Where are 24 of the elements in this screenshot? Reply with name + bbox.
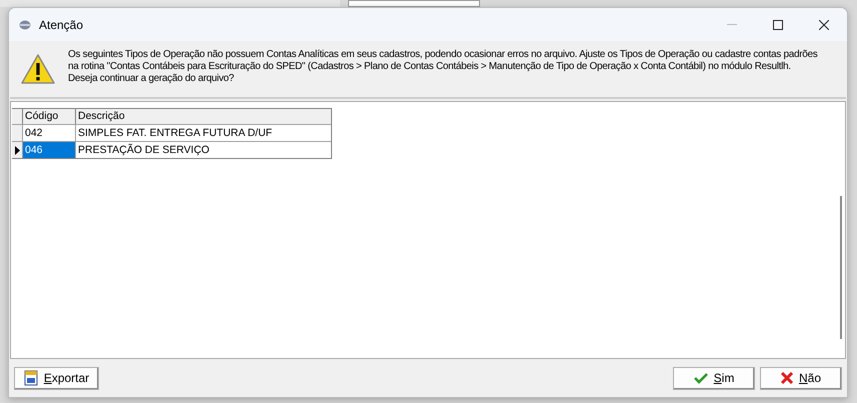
message-text: na rotina "Contas Contábeis para Escrituração do SPED" (Cadastros > Plano de Contas Contábeis > Manutenção de Tipo de Operação x Conta Contábil) no módulo Resultlh. [68, 61, 792, 73]
message-text: Os seguintes Tipos de Operação não possuem Contas Analíticas em seus cadastros, podendo ocasionar erros no arquivo. Ajuste os Tipos de Operação ou cadastre contas padrões [68, 49, 818, 61]
window-title: Atenção [39, 16, 84, 34]
table-cell-text: SIMPLES FAT. ENTREGA FUTURA D/UF [77, 126, 274, 141]
message-text: Deseja continuar a geração do arquivo? [68, 73, 235, 85]
column-header: Código [23, 109, 76, 124]
export-button[interactable]: Exportar [14, 366, 99, 390]
table-cell: 042 [23, 125, 76, 141]
table-cell-text: PRESTAÇÃO DE SERVIÇO [77, 142, 210, 158]
cross-icon [780, 372, 793, 384]
checkmark-icon [694, 372, 708, 384]
maximize-icon [773, 20, 783, 30]
close-icon [819, 20, 829, 30]
minimize-icon [727, 24, 737, 25]
app-icon [19, 18, 31, 30]
row-header[interactable] [12, 142, 23, 158]
scrollbar[interactable] [840, 196, 842, 339]
column-header: Descrição [77, 109, 126, 124]
yes-button[interactable]: Sim [673, 366, 755, 390]
row-pointer-icon [14, 146, 20, 154]
export-icon [24, 370, 38, 386]
no-button[interactable]: Não [760, 366, 842, 390]
warning-icon [20, 53, 56, 85]
table-cell: 046 [23, 142, 76, 158]
